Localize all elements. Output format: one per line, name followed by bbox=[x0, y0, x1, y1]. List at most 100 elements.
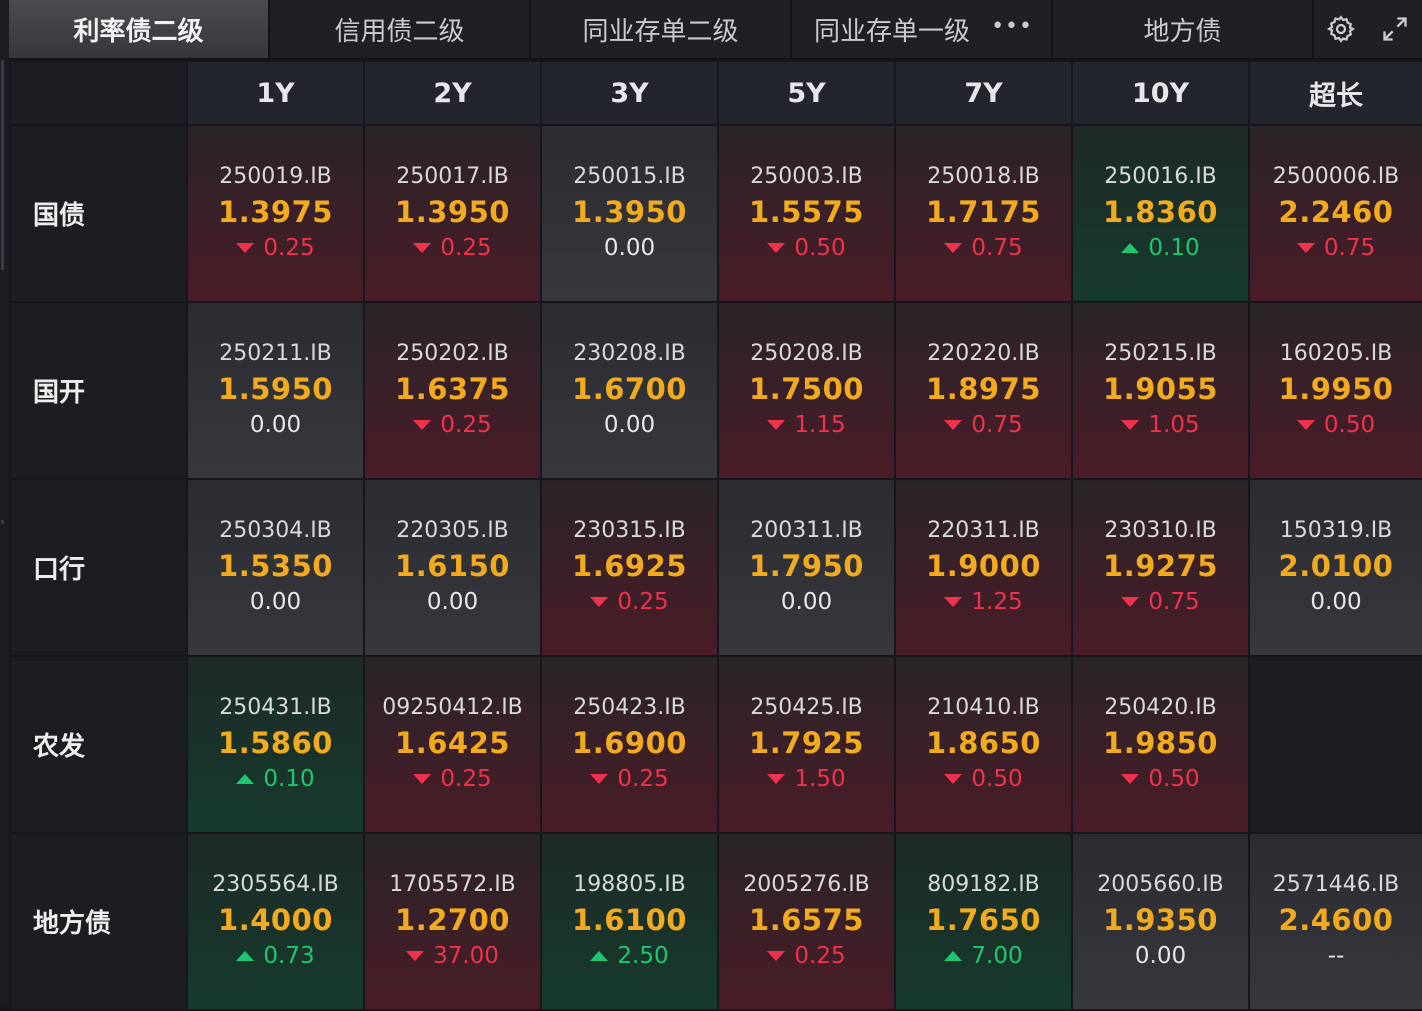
bond-cell[interactable]: 220220.IB 1.8975 0.75 bbox=[896, 303, 1071, 478]
bond-yield: 1.5575 bbox=[749, 195, 864, 229]
table-row: 地方债 2305564.IB 1.4000 0.73 1705572.IB 1.2700 3… bbox=[11, 834, 1422, 1009]
change-value: 0.00 bbox=[1134, 943, 1187, 969]
column-header[interactable]: 5Y bbox=[719, 62, 894, 124]
bond-code: 250425.IB bbox=[750, 695, 863, 720]
column-header[interactable]: 2Y bbox=[365, 62, 540, 124]
bond-cell[interactable]: 2305564.IB 1.4000 0.73 bbox=[188, 834, 363, 1009]
column-header[interactable]: 1Y bbox=[188, 62, 363, 124]
change-value: 0.00 bbox=[1310, 589, 1362, 615]
bond-cell[interactable]: 250003.IB 1.5575 0.50 bbox=[719, 126, 894, 301]
bond-cell[interactable]: 210410.IB 1.8650 0.50 bbox=[896, 657, 1071, 832]
change-value: 1.50 bbox=[794, 766, 846, 792]
change-value: 0.00 bbox=[249, 412, 302, 438]
column-header[interactable]: 3Y bbox=[542, 62, 717, 124]
arrow-down-icon bbox=[590, 597, 609, 607]
bond-cell[interactable]: 2500006.IB 2.2460 0.75 bbox=[1250, 126, 1422, 301]
column-header[interactable]: 7Y bbox=[896, 62, 1071, 124]
bond-cell[interactable]: 2005276.IB 1.6575 0.25 bbox=[719, 834, 894, 1009]
change-value: 0.00 bbox=[603, 412, 656, 438]
arrow-down-icon bbox=[944, 597, 963, 607]
bond-cell[interactable]: 250211.IB 1.5950 0.00 bbox=[188, 303, 363, 478]
bond-cell[interactable]: 160205.IB 1.9950 0.50 bbox=[1250, 303, 1422, 478]
bond-code: 250015.IB bbox=[573, 164, 686, 189]
bond-code: 809182.IB bbox=[927, 872, 1040, 897]
bond-code: 2005660.IB bbox=[1097, 872, 1224, 897]
column-header[interactable]: 超长 bbox=[1250, 62, 1422, 124]
bond-cell[interactable]: 250015.IB 1.3950 0.00 bbox=[542, 126, 717, 301]
bond-cell[interactable]: 250202.IB 1.6375 0.25 bbox=[365, 303, 540, 478]
change-value: 2.50 bbox=[617, 943, 669, 969]
bond-cell[interactable]: 250304.IB 1.5350 0.00 bbox=[188, 480, 363, 655]
bond-cell[interactable]: 250016.IB 1.8360 0.10 bbox=[1073, 126, 1248, 301]
change-value: 0.75 bbox=[1148, 589, 1200, 615]
bond-cell[interactable]: 150319.IB 2.0100 0.00 bbox=[1250, 480, 1422, 655]
arrow-up-icon bbox=[944, 951, 963, 961]
bond-cell[interactable]: 1705572.IB 1.2700 37.00 bbox=[365, 834, 540, 1009]
bond-cell[interactable]: 230208.IB 1.6700 0.00 bbox=[542, 303, 717, 478]
bond-cell[interactable]: 200311.IB 1.7950 0.00 bbox=[719, 480, 894, 655]
bond-yield: 1.7500 bbox=[749, 372, 864, 406]
tab-credit-bond-secondary[interactable]: 信用债二级 bbox=[270, 0, 529, 58]
row-label: 地方债 bbox=[11, 834, 186, 1009]
bond-cell[interactable]: 250420.IB 1.9850 0.50 bbox=[1073, 657, 1248, 832]
table-row: 农发 250431.IB 1.5860 0.10 09250412.IB 1.6425 0.… bbox=[11, 657, 1422, 832]
change-value: 1.25 bbox=[971, 589, 1023, 615]
bond-cell[interactable]: 198805.IB 1.6100 2.50 bbox=[542, 834, 717, 1009]
bond-cell[interactable]: 220311.IB 1.9000 1.25 bbox=[896, 480, 1071, 655]
bond-cell[interactable]: 250215.IB 1.9055 1.05 bbox=[1073, 303, 1248, 478]
bond-cell[interactable]: 2571446.IB 2.4600 -- bbox=[1250, 834, 1422, 1009]
change-value: 1.15 bbox=[794, 412, 846, 438]
bond-cell[interactable]: 220305.IB 1.6150 0.00 bbox=[365, 480, 540, 655]
yield-change: 0.75 bbox=[1296, 232, 1375, 264]
arrow-down-icon bbox=[413, 420, 432, 430]
change-value: 0.00 bbox=[603, 235, 656, 261]
bond-yield: 1.6700 bbox=[572, 372, 687, 406]
bond-code: 09250412.IB bbox=[382, 695, 523, 720]
yield-change: 0.00 bbox=[1310, 586, 1361, 618]
column-header[interactable]: 10Y bbox=[1073, 62, 1248, 124]
bond-cell[interactable]: 250019.IB 1.3975 0.25 bbox=[188, 126, 363, 301]
yield-change: 0.00 bbox=[604, 232, 655, 264]
arrow-down-icon bbox=[406, 951, 425, 961]
bond-yield: 1.8650 bbox=[926, 726, 1041, 760]
yield-change: 37.00 bbox=[406, 940, 499, 972]
bond-cell[interactable]: 250431.IB 1.5860 0.10 bbox=[188, 657, 363, 832]
bond-cell[interactable]: 2005660.IB 1.9350 0.00 bbox=[1073, 834, 1248, 1009]
more-icon[interactable]: ••• bbox=[991, 14, 1033, 39]
bond-yield: 1.5860 bbox=[218, 726, 333, 760]
bond-code: 150319.IB bbox=[1279, 518, 1393, 543]
bond-cell[interactable]: 230315.IB 1.6925 0.25 bbox=[542, 480, 717, 655]
tab-ncd-secondary[interactable]: 同业存单二级 bbox=[531, 0, 790, 58]
arrow-down-icon bbox=[767, 420, 786, 430]
yield-change: 0.50 bbox=[944, 763, 1023, 795]
arrow-down-icon bbox=[1121, 420, 1140, 430]
tab-rate-bond-secondary[interactable]: 利率债二级 bbox=[9, 0, 268, 58]
tab-label: 同业存单一级 bbox=[814, 16, 971, 47]
arrow-down-icon bbox=[944, 420, 963, 430]
yield-matrix: 1Y 2Y 3Y 5Y 7Y 10Y 超长 国债 250019.IB 1.3975 0.25 250… bbox=[11, 62, 1422, 1011]
bond-yield: 1.3950 bbox=[572, 195, 687, 229]
bond-cell[interactable]: 230310.IB 1.9275 0.75 bbox=[1073, 480, 1248, 655]
bond-cell[interactable]: 809182.IB 1.7650 7.00 bbox=[896, 834, 1071, 1009]
expand-icon[interactable] bbox=[1378, 12, 1412, 46]
bond-code: 250018.IB bbox=[927, 164, 1040, 189]
change-value: 37.00 bbox=[433, 943, 499, 969]
arrow-down-icon bbox=[767, 774, 786, 784]
bond-cell[interactable]: 250018.IB 1.7175 0.75 bbox=[896, 126, 1071, 301]
header-corner bbox=[11, 62, 186, 124]
bond-code: 250304.IB bbox=[219, 518, 332, 543]
bond-cell[interactable]: 250423.IB 1.6900 0.25 bbox=[542, 657, 717, 832]
yield-change: 7.00 bbox=[944, 940, 1023, 972]
bond-code: 250019.IB bbox=[219, 164, 332, 189]
tab-local-gov-bond[interactable]: 地方债 bbox=[1053, 0, 1312, 58]
bond-cell[interactable]: 250208.IB 1.7500 1.15 bbox=[719, 303, 894, 478]
bond-yield: 1.5350 bbox=[218, 549, 333, 583]
bond-yield: 1.4000 bbox=[218, 903, 333, 937]
bond-cell[interactable]: 250425.IB 1.7925 1.50 bbox=[719, 657, 894, 832]
tab-ncd-primary[interactable]: 同业存单一级 ••• bbox=[792, 0, 1051, 58]
bond-yield: 1.7175 bbox=[926, 195, 1041, 229]
gear-icon[interactable] bbox=[1324, 12, 1358, 46]
bond-cell[interactable]: 250017.IB 1.3950 0.25 bbox=[365, 126, 540, 301]
bond-code: 250420.IB bbox=[1104, 695, 1217, 720]
bond-cell[interactable]: 09250412.IB 1.6425 0.25 bbox=[365, 657, 540, 832]
